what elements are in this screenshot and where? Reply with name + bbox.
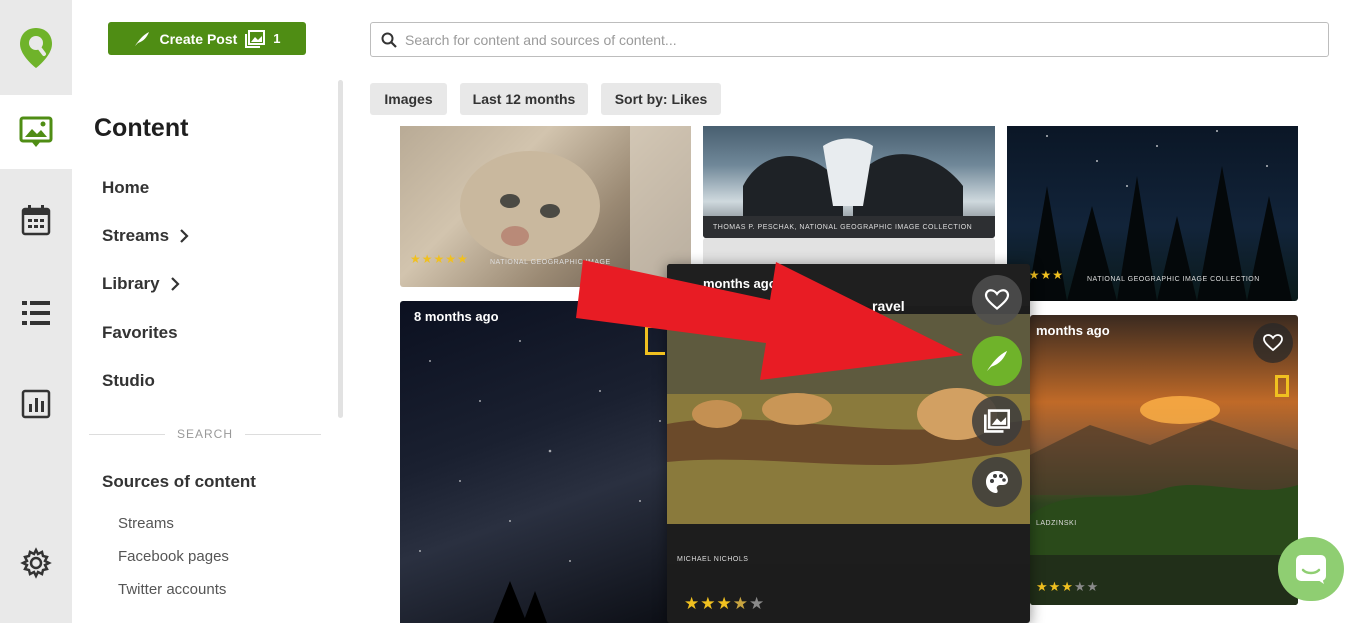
rail-settings[interactable]	[0, 533, 72, 593]
filter-images[interactable]: Images	[370, 83, 447, 115]
content-card[interactable]: months ago LADZINSKI ★★★★★	[1030, 315, 1298, 605]
photo-credit: THOMAS P. PESCHAK, NATIONAL GEOGRAPHIC I…	[713, 224, 973, 231]
photo-credit: LADZINSKI	[1036, 520, 1077, 527]
nav-label: Favorites	[102, 323, 178, 342]
hovered-content-card[interactable]: months ago ravel MICHAEL NICHOLS ★★★★★	[667, 264, 1030, 623]
chevron-right-icon	[180, 229, 189, 243]
card-footer	[703, 238, 995, 266]
images-icon	[245, 29, 266, 48]
sources-of-content-heading: Sources of content	[102, 472, 256, 491]
nav-home[interactable]: Home	[102, 178, 149, 198]
chevron-right-icon	[170, 277, 180, 291]
location-pin-logo-icon	[20, 27, 52, 68]
heart-icon	[984, 289, 1010, 310]
search-input[interactable]	[405, 31, 1305, 48]
page-title: Content	[94, 114, 189, 142]
nav-label: Library	[102, 274, 160, 293]
heart-icon	[1263, 334, 1283, 352]
nav-studio[interactable]: Studio	[102, 371, 155, 391]
nav-label: Home	[102, 178, 150, 197]
palette-icon	[986, 471, 1008, 493]
create-post-label: Create Post	[159, 30, 238, 47]
rail-content[interactable]	[0, 95, 72, 169]
nat-geo-logo	[1275, 375, 1289, 397]
icon-rail	[0, 0, 72, 623]
rail-calendar[interactable]	[0, 190, 72, 250]
star-rating: ★★★★★	[410, 252, 469, 266]
nav-label: Streams	[102, 226, 170, 245]
post-time: months ago	[703, 276, 777, 291]
rail-list[interactable]	[0, 283, 72, 343]
filter-date-range[interactable]: Last 12 months	[460, 83, 588, 115]
chat-icon	[1296, 555, 1326, 584]
content-card[interactable]: THOMAS P. PESCHAK, NATIONAL GEOGRAPHIC I…	[703, 126, 995, 238]
create-post-count: 1	[273, 31, 281, 46]
post-time: 8 months ago	[414, 309, 499, 324]
sunset-forest-photo	[1030, 396, 1298, 605]
chat-widget-button[interactable]	[1278, 537, 1344, 601]
post-time: months ago	[1036, 323, 1110, 338]
photo-credit: NATIONAL GEOGRAPHIC IMAGE	[490, 259, 611, 266]
penguins-photo	[703, 138, 995, 238]
post-title-fragment: ravel	[872, 298, 905, 314]
star-rating: ★★★★★	[1036, 579, 1100, 594]
source-streams[interactable]: Streams	[118, 515, 174, 532]
content-image-icon	[19, 116, 53, 147]
nav-library[interactable]: Library	[102, 274, 180, 294]
star-rating: ★★★★★	[684, 594, 766, 613]
create-post-from-content-button[interactable]	[972, 336, 1022, 386]
content-card[interactable]: ★★★★★ NATIONAL GEOGRAPHIC IMAGE	[400, 126, 691, 287]
favorite-button[interactable]	[972, 275, 1022, 325]
photo-credit: NATIONAL GEOGRAPHIC IMAGE COLLECTION	[1087, 276, 1260, 283]
edit-in-studio-button[interactable]	[972, 457, 1022, 507]
search-section-divider: SEARCH	[89, 426, 322, 442]
calendar-icon	[21, 205, 51, 236]
add-to-library-button[interactable]	[972, 396, 1022, 446]
create-post-button[interactable]: Create Post 1	[108, 22, 306, 55]
search-bar[interactable]	[370, 22, 1329, 57]
favorite-button[interactable]	[1253, 323, 1293, 363]
images-icon	[984, 409, 1010, 433]
nav-favorites[interactable]: Favorites	[102, 323, 178, 343]
photo-credit: MICHAEL NICHOLS	[677, 556, 749, 563]
rail-analytics[interactable]	[0, 374, 72, 434]
source-facebook-pages[interactable]: Facebook pages	[118, 548, 229, 565]
nav-label: Studio	[102, 371, 155, 390]
search-icon	[381, 32, 397, 48]
list-icon	[22, 301, 50, 325]
main-content: Images Last 12 months Sort by: Likes ★★★…	[343, 0, 1352, 623]
bar-chart-icon	[21, 389, 51, 419]
content-card[interactable]: ★★★★ NATIONAL GEOGRAPHIC IMAGE COLLECTIO…	[1007, 126, 1298, 301]
feather-icon	[986, 350, 1008, 372]
app-logo[interactable]	[0, 0, 72, 95]
nat-geo-logo	[645, 325, 665, 355]
filter-sort[interactable]: Sort by: Likes	[601, 83, 721, 115]
feather-icon	[135, 31, 150, 46]
nav-streams[interactable]: Streams	[102, 226, 189, 246]
sidebar: Create Post 1 Content Home Streams Libra…	[72, 0, 343, 623]
gear-icon	[20, 547, 52, 579]
source-twitter-accounts[interactable]: Twitter accounts	[118, 581, 226, 598]
search-divider-label: SEARCH	[177, 427, 234, 441]
